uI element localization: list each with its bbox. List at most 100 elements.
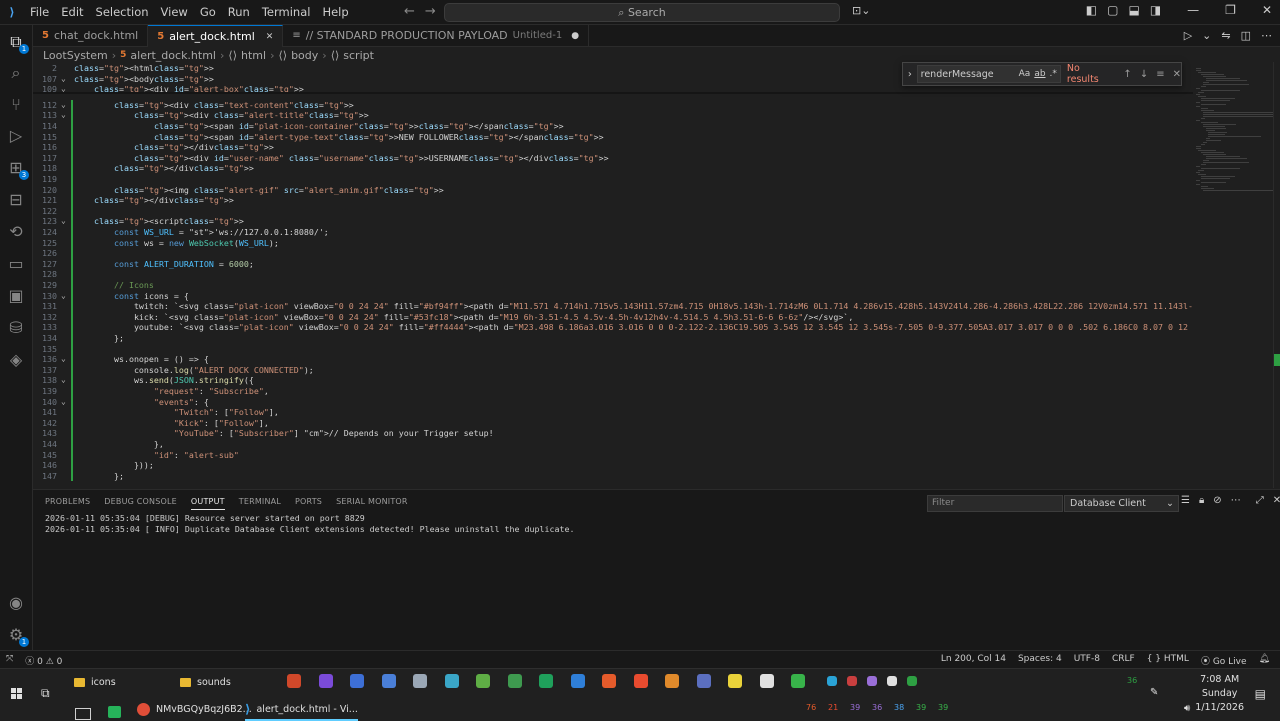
panel-tab-debug-console[interactable]: DEBUG CONSOLE	[104, 497, 177, 510]
code-line[interactable]: 146 }));	[33, 460, 1193, 471]
system-clock[interactable]: 7:08 AM Sunday 1/11/2026	[1195, 673, 1244, 715]
run-debug-icon[interactable]: ▷	[6, 126, 26, 146]
code-line[interactable]: 137 console.log("ALERT DOCK CONNECTED");	[33, 364, 1193, 376]
notes-app-icon[interactable]	[476, 674, 490, 688]
code-line[interactable]: 133 youtube: `<svg class="plat-icon" vie…	[33, 322, 1193, 333]
breadcrumb-html[interactable]: html	[241, 49, 266, 62]
code-line[interactable]: 116 class="tg"></divclass="tg">>	[33, 142, 1193, 153]
indentation[interactable]: Spaces: 4	[1018, 654, 1062, 667]
breadcrumb-body[interactable]: body	[291, 49, 318, 62]
encoding[interactable]: UTF-8	[1074, 654, 1100, 667]
close-tab-icon[interactable]: ✕	[266, 32, 274, 42]
tab-chat-dock[interactable]: 5 chat_dock.html	[33, 25, 149, 46]
nvidia-app-icon[interactable]	[791, 674, 805, 688]
code-editor[interactable]: 2 class="tg"><htmlclass="tg">> 107 ⌄ class="…	[33, 62, 1193, 488]
fold-chevron-icon[interactable]: ⌄	[61, 375, 66, 386]
more-actions-icon[interactable]: ⋯	[1261, 29, 1272, 42]
menu-terminal[interactable]: Terminal	[256, 5, 317, 19]
panel-tab-terminal[interactable]: TERMINAL	[239, 497, 281, 510]
extensions-icon[interactable]: ⊞ 3	[6, 158, 29, 180]
find-in-selection-icon[interactable]: ≡	[1156, 69, 1164, 80]
nav-back-forward-icons[interactable]: ←→	[404, 4, 446, 19]
toggle-sidebar-icon[interactable]: ◧	[1086, 3, 1097, 17]
maximize-panel-icon[interactable]: ⤢	[1256, 495, 1264, 506]
code-line[interactable]: 130 ⌄ const icons = {	[33, 290, 1193, 302]
notification-center-icon[interactable]: ▤	[1255, 687, 1266, 701]
taskbar-chrome-window[interactable]: NMvBGQyBqzJ6B2...	[137, 699, 252, 719]
panel-tab-problems[interactable]: PROBLEMS	[45, 497, 90, 510]
pen-icon[interactable]: ✎	[1150, 687, 1158, 698]
minimap[interactable]	[1196, 62, 1274, 488]
code-line[interactable]: 139 "request": "Subscribe",	[33, 386, 1193, 397]
previous-match-icon[interactable]: ↑	[1123, 69, 1131, 80]
xbox-app-icon[interactable]	[507, 674, 522, 688]
cloud-app-icon[interactable]	[413, 674, 427, 688]
discord-app-icon[interactable]	[867, 676, 877, 686]
go-live-button[interactable]: ⦿ Go Live	[1201, 654, 1247, 667]
close-icon[interactable]: ✕	[1262, 3, 1272, 17]
code-line[interactable]: 138 ⌄ ws.send(JSON.stringify({	[33, 375, 1193, 386]
code-line[interactable]: 119	[33, 174, 1193, 185]
tray-count[interactable]: 39	[850, 703, 860, 712]
menu-selection[interactable]: Selection	[90, 5, 155, 19]
tab-untitled[interactable]: ≡ // STANDARD PRODUCTION PAYLOAD Untitle…	[283, 25, 590, 46]
account-icon[interactable]: ◉	[6, 593, 26, 613]
remote-explorer-icon[interactable]: ⊟	[6, 190, 26, 210]
breadcrumb-script[interactable]: script	[343, 49, 374, 62]
code-line[interactable]: 112 ⌄ class="tg"><div class="text-content…	[33, 99, 1193, 111]
minimize-icon[interactable]: —	[1187, 3, 1199, 17]
code-line[interactable]: 140 ⌄ "events": {	[33, 396, 1193, 408]
folder-icon[interactable]: ▭	[6, 254, 26, 274]
list-icon[interactable]: ☰	[1181, 495, 1190, 506]
code-line[interactable]: 131 twitch: `<svg class="plat-icon" view…	[33, 301, 1193, 312]
code-line[interactable]: 141 "Twitch": ["Follow"],	[33, 407, 1193, 418]
scrollbar-thumb[interactable]	[1274, 354, 1280, 366]
tray-count[interactable]: 36	[872, 703, 882, 712]
code-line[interactable]: 115 class="tg"><span id="alert-type-text…	[33, 131, 1193, 143]
breadcrumb-file[interactable]: alert_dock.html	[130, 49, 216, 62]
game-app-icon[interactable]	[847, 676, 857, 686]
command-center-search[interactable]: ⌕ Search	[444, 3, 840, 22]
code-line[interactable]: 117 class="tg"><div id="user-name" class…	[33, 152, 1193, 164]
copilot-icon[interactable]: ⊡⌄	[852, 4, 870, 17]
terminal-app-icon[interactable]	[75, 708, 91, 720]
end-of-line[interactable]: CRLF	[1112, 654, 1135, 667]
folder-icons-item[interactable]: icons	[74, 671, 116, 693]
menu-go[interactable]: Go	[194, 5, 222, 19]
explorer-icon[interactable]: ⧉ 1	[6, 32, 29, 54]
folder-sounds-item[interactable]: sounds	[180, 671, 231, 693]
code-line[interactable]: 122	[33, 205, 1193, 217]
tray-count[interactable]: 39	[916, 703, 926, 712]
fold-chevron-icon[interactable]: ⌄	[61, 354, 66, 365]
code-line[interactable]: 128	[33, 269, 1193, 280]
notifications-icon[interactable]: 🔔︎	[1259, 654, 1270, 667]
sticky-app-icon[interactable]	[728, 674, 742, 688]
panel-tab-output[interactable]: OUTPUT	[190, 497, 225, 510]
code-line[interactable]: 127 const ALERT_DURATION = 6000;	[33, 258, 1193, 270]
clear-output-icon[interactable]: ⊘	[1213, 495, 1221, 506]
problems-status[interactable]: ⓧ 0 ⚠ 0	[25, 654, 62, 667]
code-line[interactable]: 120 class="tg"><img class="alert-gif" sr…	[33, 184, 1193, 196]
fold-chevron-icon[interactable]: ⌄	[61, 110, 66, 121]
fold-chevron-icon[interactable]: ⌄	[61, 100, 66, 111]
run-icon[interactable]: ▷	[1184, 29, 1192, 42]
mail-app-icon[interactable]	[887, 676, 897, 686]
tab-alert-dock[interactable]: 5 alert_dock.html ✕	[148, 25, 284, 47]
tray-count[interactable]: 76	[806, 703, 816, 712]
fold-chevron-icon[interactable]: ⌄	[61, 397, 66, 408]
restore-icon[interactable]: ❐	[1225, 3, 1236, 17]
fold-chevron-icon[interactable]: ⌄	[61, 74, 66, 85]
settings-app-icon[interactable]	[381, 674, 396, 688]
check-app-icon[interactable]	[907, 676, 917, 686]
code-line[interactable]: 114 class="tg"><span id="plat-icon-conta…	[33, 121, 1193, 132]
gear-icon[interactable]: ⚙ 1	[6, 625, 29, 647]
output-channel-select[interactable]: Database Client ⌄	[1064, 495, 1179, 512]
calc-app-icon[interactable]	[444, 674, 459, 688]
taskbar-vscode-window[interactable]: ⟩ alert_dock.html - Vi...	[245, 699, 358, 721]
volume-icon[interactable]: 🔊︎	[1184, 703, 1190, 714]
code-line[interactable]: 125 const ws = new WebSocket(WS_URL);	[33, 237, 1193, 249]
fold-chevron-icon[interactable]: ⌄	[61, 216, 66, 227]
tray-count[interactable]: 39	[938, 703, 948, 712]
obs-app-icon[interactable]	[318, 674, 333, 688]
close-find-icon[interactable]: ✕	[1173, 69, 1181, 80]
